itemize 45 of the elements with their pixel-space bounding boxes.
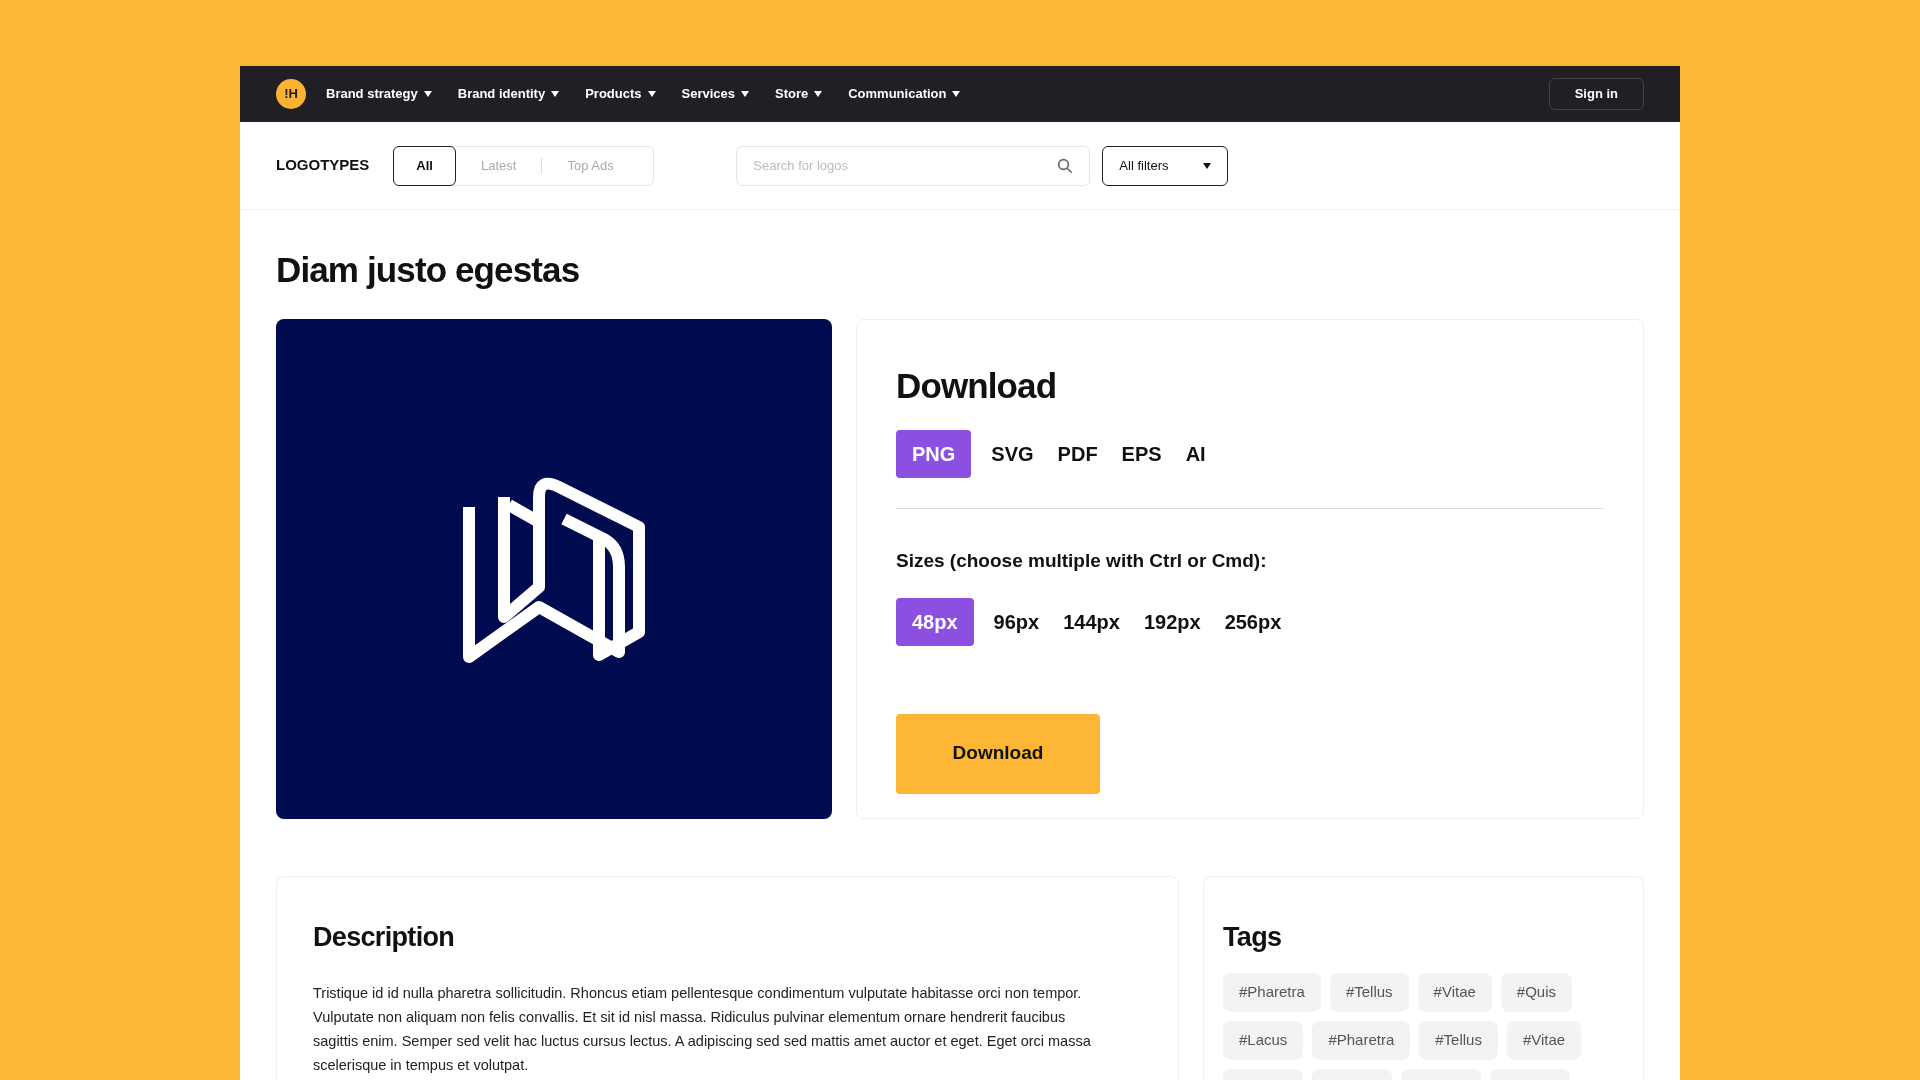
format-option[interactable]: EPS	[1117, 430, 1166, 478]
caret-icon	[551, 91, 560, 97]
tag-chip[interactable]: #Tellus	[1329, 973, 1409, 1012]
nav-menu-item[interactable]: Products	[585, 84, 656, 104]
size-option[interactable]: 256px	[1220, 597, 1286, 646]
download-button[interactable]: Download	[896, 713, 1100, 794]
nav-menu-item[interactable]: Services	[681, 84, 749, 104]
tag-chip[interactable]: #Pharetra	[1312, 1021, 1411, 1060]
nav-menu-item[interactable]: Store	[775, 84, 823, 104]
caret-icon	[741, 91, 749, 97]
tag-chip[interactable]: #Pharetra	[1223, 973, 1321, 1012]
format-option[interactable]: PDF	[1053, 430, 1102, 478]
download-title: Download	[896, 364, 1058, 407]
sizes-label: Sizes (choose multiple with Ctrl or Cmd):	[896, 549, 1268, 573]
tag-chip[interactable]: #Vitae	[1506, 1021, 1582, 1060]
search-field[interactable]: Search for logos	[736, 145, 1091, 186]
size-option[interactable]: 48px	[896, 597, 974, 646]
brand-logo[interactable]: !H	[276, 79, 306, 109]
caret-icon	[1203, 162, 1212, 169]
description-text: Tristique id id nulla pharetra sollicitudin. Rhoncus etiam pellentesque condimentum vulputate habitasse orci non tempor. Vulputate non aliquam non felis convallis. Et sit id nisl massa. Ridiculus pulvinar elementum ornare hendrerit faucibus sagittis enim. Semper sed velit hac luctus cursus lectus. A adipiscing sed sed mattis amet auctor et eget. Eget orci massa scelerisque in tempus et volutpat.	[313, 984, 1092, 1075]
tag-chip[interactable]: #Quis	[1500, 973, 1573, 1012]
nav-menu-item[interactable]: Brand identity	[457, 84, 560, 104]
tag-chip[interactable]: #Lacus	[1223, 1021, 1304, 1060]
page-title: Diam justo egestas	[276, 249, 581, 291]
tag-chip[interactable]: #Vitae	[1417, 973, 1492, 1012]
format-option[interactable]: PNG	[896, 430, 972, 478]
caret-icon	[647, 91, 656, 97]
caret-icon	[952, 91, 961, 97]
format-option[interactable]: AI	[1181, 430, 1210, 478]
nav-menu-item[interactable]: Communication	[848, 84, 961, 104]
format-option[interactable]: SVG	[987, 430, 1038, 478]
search-icon[interactable]	[1056, 156, 1075, 175]
size-option[interactable]: 96px	[989, 597, 1044, 646]
filter-tab[interactable]: All	[393, 145, 456, 186]
sign-in-button[interactable]: Sign in	[1548, 78, 1644, 110]
size-option[interactable]: 144px	[1059, 597, 1124, 646]
caret-icon	[814, 91, 823, 97]
filters-dropdown[interactable]: All filters	[1102, 145, 1229, 186]
size-option[interactable]: 192px	[1139, 597, 1205, 646]
section-title: LOGOTYPES	[276, 155, 370, 176]
description-title: Description	[313, 920, 456, 954]
nav-menu-item[interactable]: Brand strategy	[326, 84, 432, 104]
caret-icon	[423, 91, 432, 97]
tag-chip[interactable]: #Tellus	[1419, 1021, 1498, 1060]
tags-title: Tags	[1223, 920, 1283, 954]
